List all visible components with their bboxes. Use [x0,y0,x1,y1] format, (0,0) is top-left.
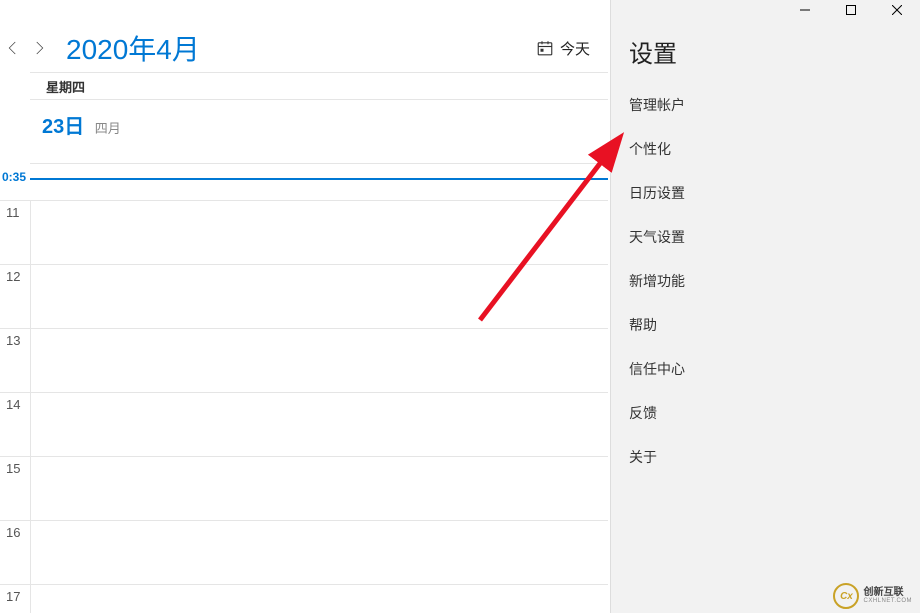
hour-row[interactable]: 12 [0,264,608,328]
settings-item-2[interactable]: 日历设置 [611,171,920,215]
hour-label: 13 [6,333,20,348]
date-day: 23日 [42,116,84,138]
date-cell[interactable]: 23日 四月 [30,100,608,164]
current-time-label: 0:35 [2,170,26,184]
settings-item-1[interactable]: 个性化 [611,127,920,171]
date-title[interactable]: 2020年4月 [66,28,200,68]
settings-item-0[interactable]: 管理帐户 [611,83,920,127]
watermark-logo: Cx [833,583,859,609]
settings-title: 设置 [611,30,920,83]
hour-label: 15 [6,461,20,476]
hour-row[interactable]: 13 [0,328,608,392]
hour-label: 12 [6,269,20,284]
hour-label: 17 [6,589,20,604]
time-grid[interactable]: 0:35 11 12 13 14 15 16 17 [0,164,608,613]
settings-panel: 设置 管理帐户个性化日历设置天气设置新增功能帮助信任中心反馈关于 [610,0,920,613]
settings-item-8[interactable]: 关于 [611,435,920,479]
hour-label: 11 [6,205,20,220]
current-time-line [30,178,608,180]
settings-item-5[interactable]: 帮助 [611,303,920,347]
hour-row[interactable]: 14 [0,392,608,456]
calendar-icon [536,39,554,57]
today-button[interactable]: 今天 [536,38,590,59]
prev-button[interactable] [0,24,26,72]
hour-row[interactable]: 15 [0,456,608,520]
close-button[interactable] [874,0,920,20]
hour-row[interactable]: 17 [0,584,608,613]
date-month: 四月 [95,121,121,136]
settings-item-6[interactable]: 信任中心 [611,347,920,391]
hour-row[interactable]: 16 [0,520,608,584]
watermark-name: 创新互联 [863,588,912,598]
weekday-label: 星期四 [46,77,85,96]
maximize-button[interactable] [828,0,874,20]
minimize-button[interactable] [782,0,828,20]
settings-item-7[interactable]: 反馈 [611,391,920,435]
watermark-sub: CXHLNET.COM [863,598,912,604]
weekday-header: 星期四 [30,72,608,100]
hour-label: 16 [6,525,20,540]
settings-item-3[interactable]: 天气设置 [611,215,920,259]
settings-item-4[interactable]: 新增功能 [611,259,920,303]
watermark: Cx 创新互联 CXHLNET.COM [833,583,912,609]
window-title-bar [782,0,920,20]
hour-row[interactable]: 11 [0,200,608,264]
hour-label: 14 [6,397,20,412]
next-button[interactable] [26,24,52,72]
today-label: 今天 [560,38,590,59]
